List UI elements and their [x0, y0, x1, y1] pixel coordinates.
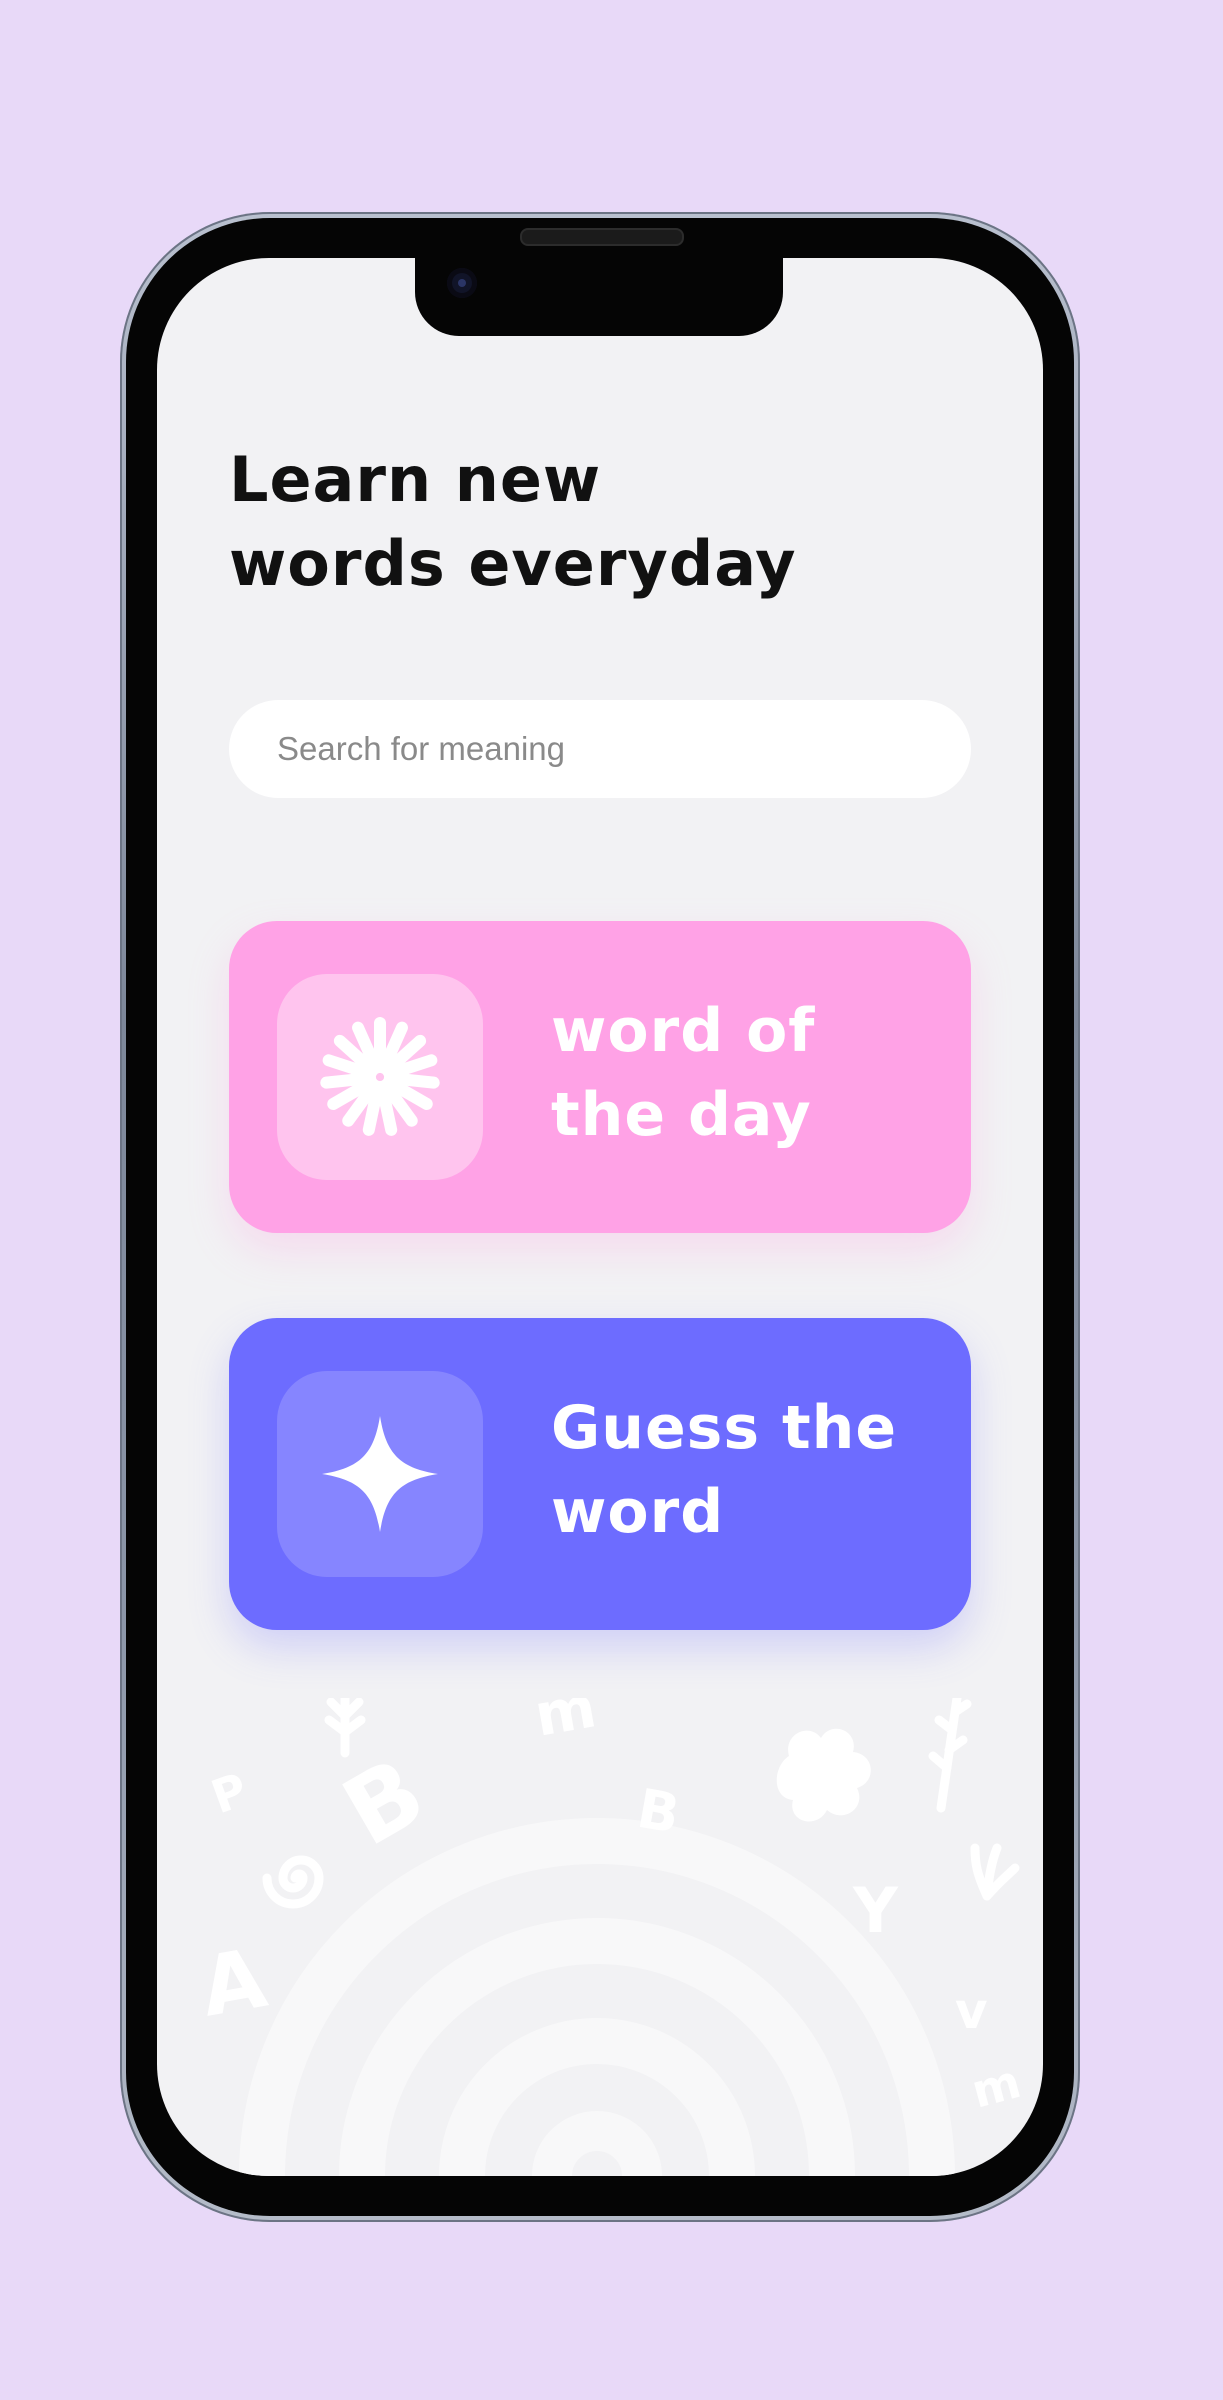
front-camera	[447, 268, 477, 298]
decor-letter: Y	[852, 1874, 899, 1947]
decorative-doodles: P B A m B Y v m	[194, 1698, 1026, 2176]
card-label-line-1: Guess the	[551, 1393, 898, 1463]
card-label-line-1: word of	[551, 996, 816, 1066]
earpiece-speaker	[520, 228, 684, 246]
headline-line-1: Learn new	[229, 443, 602, 516]
guess-the-word-icon-tile	[277, 1371, 483, 1577]
word-of-the-day-icon-tile	[277, 974, 483, 1180]
headline-line-2: words everyday	[229, 527, 797, 600]
leaf-branch-doodle	[928, 1698, 972, 1813]
search-input[interactable]	[229, 700, 971, 798]
decor-letter: m	[966, 2054, 1026, 2119]
guess-the-word-card[interactable]: Guess the word	[229, 1318, 971, 1630]
card-label-line-2: word	[551, 1477, 725, 1547]
decor-letter: P	[204, 1762, 254, 1824]
decor-letter: m	[530, 1698, 601, 1750]
decor-letter: v	[955, 1982, 988, 2040]
card-label-line-2: the day	[551, 1080, 812, 1150]
decor-letter: A	[194, 1931, 274, 2036]
word-of-the-day-card[interactable]: word of the day	[229, 921, 971, 1233]
page-title: Learn new words everyday	[229, 438, 849, 606]
guess-the-word-label: Guess the word	[551, 1386, 951, 1554]
flower-burst-icon	[320, 1017, 440, 1136]
word-of-the-day-label: word of the day	[551, 989, 951, 1157]
rainbow-arcs	[239, 1818, 955, 2176]
grass-tuft-doodle	[970, 1843, 1020, 1901]
spiral-doodle	[262, 1855, 324, 1909]
sparkle-star-icon	[322, 1416, 438, 1532]
blob-flower-doodle	[776, 1728, 871, 1822]
plant-sprig-doodle	[324, 1698, 366, 1758]
app-screen: Learn new words everyday Search for mean…	[157, 258, 1043, 2176]
